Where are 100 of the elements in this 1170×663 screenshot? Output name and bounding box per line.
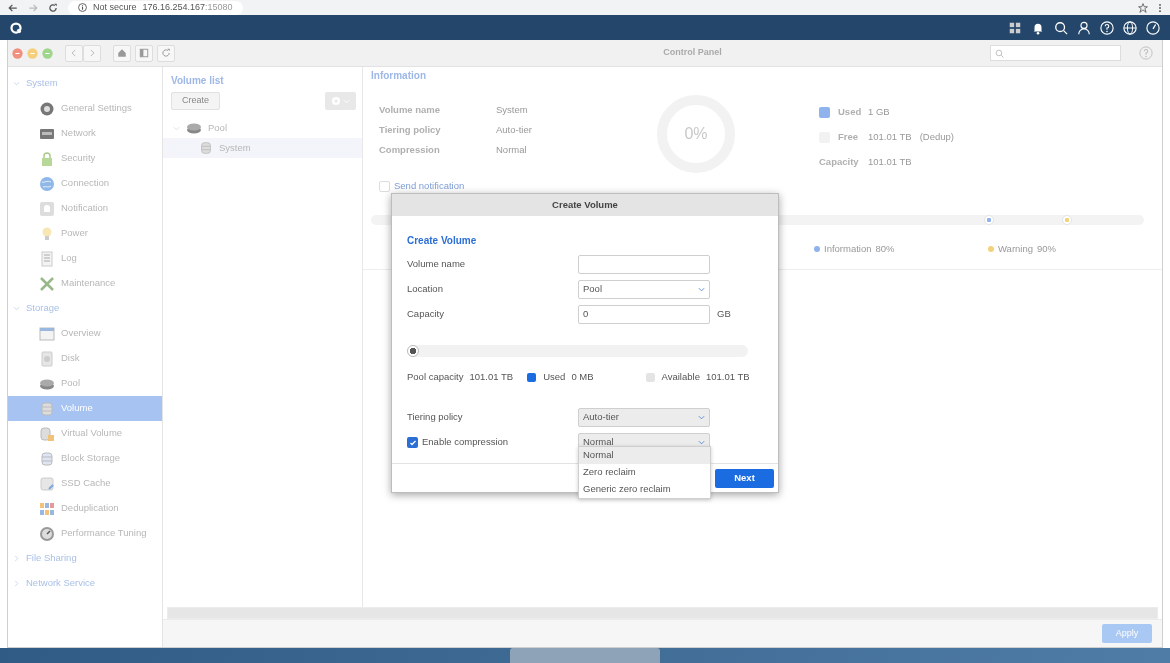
- capacity-value: 101.01 TB: [868, 155, 912, 170]
- info-icon: [78, 3, 87, 12]
- sidebar-item[interactable]: SSD Cache: [8, 471, 162, 496]
- chevron-down-icon[interactable]: [173, 124, 180, 132]
- sidebar-item[interactable]: Maintenance: [8, 271, 162, 296]
- field-label: Tiering policy: [407, 410, 464, 425]
- input-field[interactable]: [578, 255, 710, 274]
- panel-icon[interactable]: [139, 48, 149, 58]
- apps-icon[interactable]: [1008, 20, 1022, 35]
- gauge-icon: [39, 525, 55, 542]
- field-label: Location: [407, 282, 444, 297]
- bell-icon: [39, 200, 55, 217]
- refresh-icon[interactable]: [161, 48, 171, 58]
- tree-item[interactable]: Pool: [163, 118, 362, 138]
- select-field[interactable]: Auto-tier: [578, 408, 710, 427]
- list-icon: [39, 250, 55, 267]
- field-label: Volume name: [379, 102, 442, 117]
- sidebar-group[interactable]: Network Service: [8, 571, 162, 596]
- field-value: Auto-tier: [496, 122, 532, 137]
- chevron-right-icon[interactable]: [13, 555, 20, 562]
- user-icon[interactable]: [1077, 20, 1091, 35]
- sidebar-item[interactable]: Block Storage: [8, 446, 162, 471]
- sidebar-item[interactable]: Network: [8, 121, 162, 146]
- dropdown-option[interactable]: Normal: [579, 447, 710, 464]
- tree-item[interactable]: System: [163, 138, 362, 158]
- legend-value: 101.01 TB: [705, 369, 750, 384]
- chevron-down-icon[interactable]: [698, 414, 705, 421]
- send-notification-label: Send notification: [394, 178, 465, 193]
- legend-label: Available: [661, 369, 700, 384]
- legend-value: 1 GB: [868, 105, 890, 120]
- reload-icon[interactable]: [48, 2, 58, 13]
- sidebar-item[interactable]: Connection: [8, 171, 162, 196]
- gauge-icon[interactable]: [1146, 20, 1160, 35]
- forward-icon[interactable]: [87, 48, 97, 58]
- database-icon: [39, 400, 55, 417]
- section-title: Information: [370, 69, 427, 83]
- sidebar-group[interactable]: File Sharing: [8, 546, 162, 571]
- sidebar-group[interactable]: Storage: [8, 296, 162, 321]
- sidebar-item[interactable]: Log: [8, 246, 162, 271]
- search-field[interactable]: [990, 45, 1121, 61]
- search-icon[interactable]: [1054, 20, 1068, 35]
- checkbox-label: Enable compression: [422, 435, 509, 450]
- minimize-icon[interactable]: [27, 47, 38, 59]
- window-title: Control Panel: [662, 46, 723, 60]
- more-icon[interactable]: [1158, 2, 1162, 13]
- sidebar-item[interactable]: Disk: [8, 346, 162, 371]
- database-icon: [199, 141, 213, 155]
- back-icon[interactable]: [8, 2, 18, 13]
- slider-thumb[interactable]: [407, 345, 419, 357]
- checkbox[interactable]: [379, 180, 390, 192]
- check-icon: [408, 438, 417, 447]
- checkbox[interactable]: [407, 437, 418, 448]
- star-icon[interactable]: [1138, 2, 1148, 13]
- sidebar-item[interactable]: Volume: [8, 396, 162, 421]
- next-button[interactable]: Next: [715, 468, 774, 488]
- address-bar[interactable]: Not secure 176.16.254.167:15080: [68, 0, 243, 15]
- dialog-title: Create Volume: [392, 194, 778, 216]
- url-text: 176.16.254.167:15080: [142, 0, 233, 14]
- sidebar-item[interactable]: Overview: [8, 321, 162, 346]
- pool-capacity-value: 101.01 TB: [469, 369, 514, 384]
- sidebar-item[interactable]: Notification: [8, 196, 162, 221]
- dropdown-option[interactable]: Zero reclaim: [579, 464, 710, 481]
- database-icon: [39, 450, 55, 467]
- logo-icon[interactable]: [10, 21, 22, 34]
- input-field[interactable]: 0: [578, 305, 710, 324]
- chevron-right-icon[interactable]: [13, 580, 20, 587]
- window-icon: [39, 325, 55, 342]
- chevron-down-icon[interactable]: [698, 439, 705, 446]
- globe-icon: [39, 175, 55, 192]
- sidebar-item[interactable]: Deduplication: [8, 496, 162, 521]
- select-field[interactable]: Pool: [578, 280, 710, 299]
- legend-label: Free: [838, 130, 860, 145]
- threshold-handle[interactable]: [1061, 215, 1072, 225]
- close-icon[interactable]: [12, 47, 23, 59]
- sidebar-item[interactable]: Power: [8, 221, 162, 246]
- chevron-down-icon[interactable]: [698, 286, 705, 293]
- forward-icon[interactable]: [28, 2, 38, 13]
- globe-icon[interactable]: [1123, 20, 1137, 35]
- dropdown-option[interactable]: Generic zero reclaim: [579, 481, 710, 498]
- threshold-value: 80%: [875, 241, 895, 256]
- sidebar-item[interactable]: Performance Tuning: [8, 521, 162, 546]
- scrollbar[interactable]: [167, 607, 1158, 619]
- slider-track[interactable]: [407, 345, 748, 357]
- sidebar-item[interactable]: Virtual Volume: [8, 421, 162, 446]
- drive-icon: [39, 475, 55, 492]
- home-icon[interactable]: [117, 48, 127, 58]
- sidebar-item[interactable]: Pool: [8, 371, 162, 396]
- legend-value: 101.01 TB: [868, 130, 912, 145]
- dialog-heading: Create Volume: [407, 234, 478, 248]
- sidebar-item[interactable]: General Settings: [8, 96, 162, 121]
- panel-title: Volume list: [170, 74, 225, 88]
- sidebar-group[interactable]: System: [8, 71, 162, 96]
- threshold-handle[interactable]: [984, 215, 995, 225]
- sidebar-item[interactable]: Security: [8, 146, 162, 171]
- legend-label: Used: [543, 369, 566, 384]
- maximize-icon[interactable]: [42, 47, 53, 59]
- create-button[interactable]: Create: [171, 92, 220, 110]
- field-value: System: [496, 102, 528, 117]
- field-label: Capacity: [407, 307, 445, 322]
- legend-label: Used: [838, 105, 860, 120]
